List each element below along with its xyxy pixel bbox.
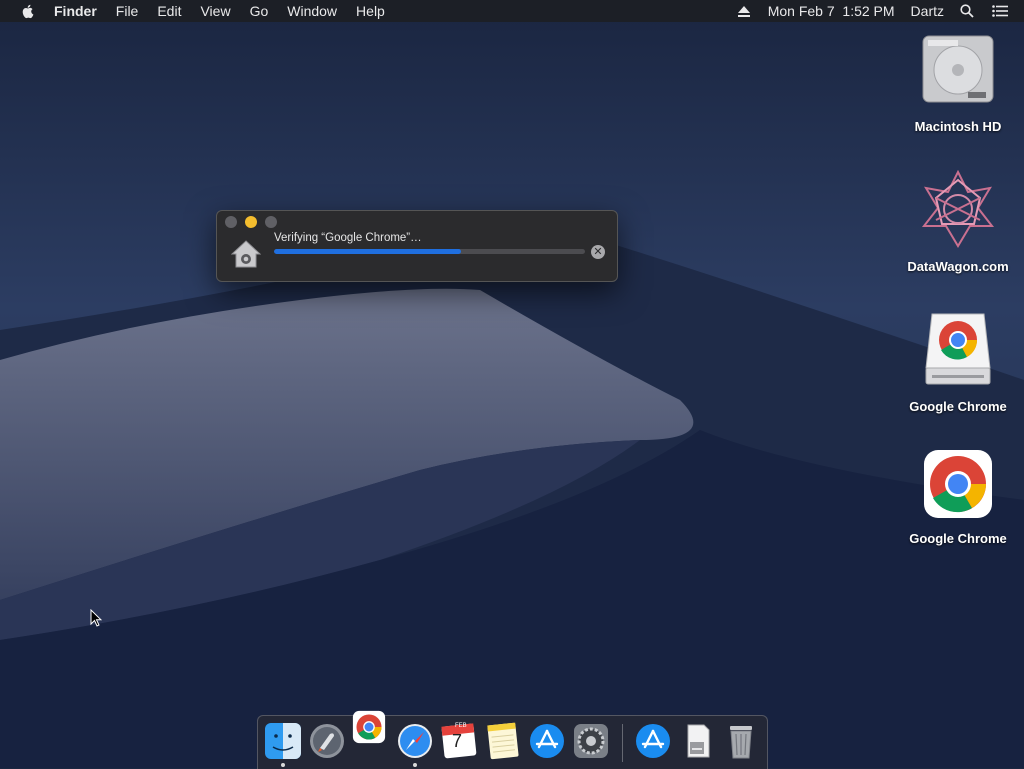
cancel-icon[interactable]: ✕ xyxy=(591,245,605,259)
desktop-icon-label: Google Chrome xyxy=(909,531,1007,546)
desktop-icon-datawagon[interactable]: DataWagon.com xyxy=(903,169,1013,274)
menu-edit[interactable]: Edit xyxy=(157,3,181,19)
dock-separator xyxy=(622,724,623,762)
desktop-icon-label: Macintosh HD xyxy=(914,119,1002,134)
verify-dialog-title: Verifying “Google Chrome”… xyxy=(274,232,422,244)
dock-notes-icon[interactable] xyxy=(484,722,522,760)
desktop-icon-google-chrome-app[interactable]: Google Chrome xyxy=(903,448,1013,546)
desktop-icon-google-chrome-disk[interactable]: Google Chrome xyxy=(903,310,1013,414)
dock-system-preferences-icon[interactable] xyxy=(572,722,610,760)
verify-progress-bar xyxy=(274,249,585,254)
calendar-month: FEB xyxy=(455,723,467,729)
menu-user[interactable]: Dartz xyxy=(911,3,944,19)
menu-file[interactable]: File xyxy=(116,3,139,19)
eject-icon[interactable] xyxy=(737,5,750,17)
dock-app-store-stack-icon[interactable] xyxy=(634,722,672,760)
calendar-day: 7 xyxy=(452,731,463,751)
dock-trash-icon[interactable] xyxy=(722,722,760,760)
datawagon-icon xyxy=(921,169,995,248)
apple-icon[interactable] xyxy=(20,3,36,19)
minimize-window-button[interactable] xyxy=(245,216,257,228)
desktop-icon-label: Google Chrome xyxy=(909,399,1007,414)
dock-safari-icon[interactable] xyxy=(396,722,434,760)
desktop-icon-macintosh-hd[interactable]: Macintosh HD xyxy=(903,32,1013,134)
zoom-window-button[interactable] xyxy=(265,216,277,228)
chrome-icon xyxy=(924,450,992,518)
menu-go[interactable]: Go xyxy=(250,3,269,19)
menu-help[interactable]: Help xyxy=(356,3,385,19)
dock-downloads-icon[interactable] xyxy=(678,722,716,760)
dock-finder-icon[interactable] xyxy=(264,722,302,760)
dock-launchpad-icon[interactable] xyxy=(308,722,346,760)
menu-datetime[interactable]: Mon Feb 7 1:52 PM xyxy=(768,3,895,19)
menu-window[interactable]: Window xyxy=(287,3,337,19)
mouse-cursor-icon xyxy=(90,609,102,627)
desktop-wallpaper xyxy=(0,0,1024,768)
menu-app-name[interactable]: Finder xyxy=(54,3,97,19)
verify-progress-fill xyxy=(274,249,461,254)
hard-drive-icon xyxy=(922,35,994,103)
desktop-icon-label: DataWagon.com xyxy=(907,259,1009,274)
search-icon[interactable] xyxy=(960,4,974,18)
dock-running-indicator xyxy=(281,763,285,767)
menu-bar: Finder File Edit View Go Window Help Mon… xyxy=(0,0,1024,22)
menu-view[interactable]: View xyxy=(200,3,230,19)
verify-dialog: Verifying “Google Chrome”… ✕ xyxy=(216,210,618,282)
dock-app-store-icon[interactable] xyxy=(528,722,566,760)
installer-house-icon xyxy=(231,240,261,268)
list-icon[interactable] xyxy=(992,5,1008,17)
chrome-disk-icon xyxy=(925,313,991,385)
dock-chrome-icon[interactable] xyxy=(352,710,386,744)
close-window-button[interactable] xyxy=(225,216,237,228)
dock-running-indicator xyxy=(413,763,417,767)
dock: FEB 7 xyxy=(257,710,768,769)
